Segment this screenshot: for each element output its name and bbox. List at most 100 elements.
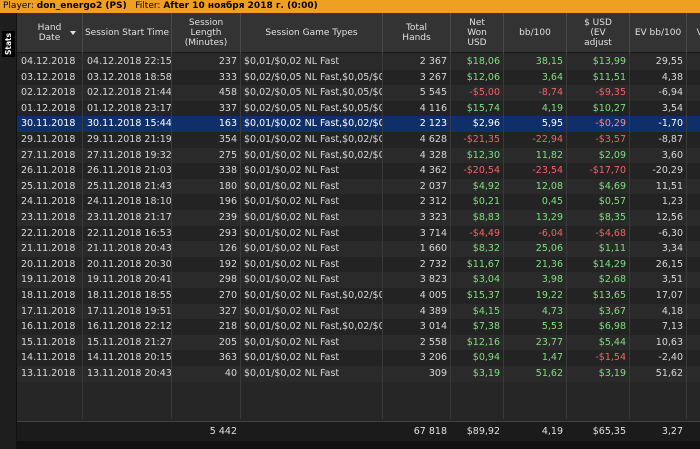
- cell-hands: 3 014: [419, 321, 447, 333]
- cell-evbb: 3,54: [661, 102, 683, 114]
- table-row[interactable]: 26.11.2018 26.11.2018 21:03 338 $0,01/$0,02…: [17, 163, 700, 179]
- table-row[interactable]: 27.11.2018 27.11.2018 19:32 275 $0,01/$0,02…: [17, 147, 700, 164]
- cell-types: $0,01/$0,02 NL Fast: [244, 352, 340, 364]
- column-divider: [82, 53, 83, 419]
- cell-ev: $0,57: [598, 196, 626, 208]
- column-header-vpip[interactable]: VPIP: [687, 13, 700, 53]
- total-evbb: 3,27: [661, 426, 683, 437]
- cell-len: 354: [218, 134, 237, 145]
- cell-len: 196: [218, 196, 237, 208]
- cell-len: 275: [218, 149, 237, 161]
- cell-bb: 5,53: [541, 321, 563, 333]
- table-row[interactable]: 18.11.2018 18.11.2018 18:55 270 $0,01/$0,02…: [17, 288, 700, 304]
- grid-header: Hand Date Session Start Time Session Lengt…: [17, 13, 700, 53]
- column-header-hand-date[interactable]: Hand Date: [17, 13, 83, 53]
- cell-ev: -$4,68: [595, 227, 626, 239]
- cell-bb: 11,82: [535, 149, 563, 161]
- table-row[interactable]: 17.11.2018 17.11.2018 19:51 327 $0,01/$0,02…: [17, 303, 700, 320]
- cell-types: $0,02/$0,05 NL Fast,$0,05/$0,10: [244, 71, 383, 83]
- column-header-label: Net Won USD: [467, 18, 487, 48]
- cell-types: $0,01/$0,02 NL Fast,$0,02/$0,05: [244, 290, 383, 301]
- filter-label: Filter:: [135, 1, 161, 11]
- cell-len: 293: [218, 227, 237, 239]
- cell-net: $12,06: [466, 71, 500, 83]
- table-row[interactable]: 20.11.2018 20.11.2018 20:30 192 $0,01/$0,02…: [17, 256, 700, 273]
- column-header-session-start[interactable]: Session Start Time: [83, 13, 172, 53]
- cell-date: 21.11.2018: [21, 243, 76, 255]
- table-row[interactable]: 22.11.2018 22.11.2018 16:53 293 $0,01/$0,02…: [17, 225, 700, 242]
- cell-evbb: 1,23: [661, 196, 683, 208]
- cell-hands: 3 323: [419, 212, 447, 223]
- table-row[interactable]: 29.11.2018 29.11.2018 21:19 354 $0,01/$0,02…: [17, 132, 700, 148]
- cell-bb: 12,08: [535, 180, 563, 192]
- cell-net: -$20,54: [463, 165, 500, 177]
- cell-date: 13.11.2018: [21, 368, 76, 379]
- cell-hands: 4 389: [419, 305, 447, 317]
- cell-evbb: -20,29: [652, 165, 683, 177]
- horizontal-scrollbar[interactable]: [17, 441, 700, 449]
- column-divider: [450, 53, 451, 419]
- table-row[interactable]: 16.11.2018 16.11.2018 22:12 218 $0,01/$0,02…: [17, 319, 700, 335]
- cell-start: 27.11.2018 19:32: [87, 149, 172, 161]
- cell-evbb: 4,38: [661, 71, 683, 83]
- cell-hands: 5 545: [419, 87, 447, 99]
- column-header-net-won[interactable]: Net Won USD: [451, 13, 504, 53]
- table-row[interactable]: 30.11.2018 30.11.2018 15:44 163 $0,01/$0,02…: [17, 116, 700, 132]
- cell-start: 29.11.2018 21:19: [87, 134, 172, 145]
- column-header-ev-bb100[interactable]: EV bb/100: [630, 13, 687, 53]
- cell-len: 327: [218, 305, 237, 317]
- cell-ev: $3,67: [598, 305, 626, 317]
- cell-evbb: 51,62: [655, 368, 683, 379]
- cell-ev: $3,19: [598, 368, 626, 379]
- column-divider: [566, 53, 567, 419]
- cell-types: $0,01/$0,02 NL Fast: [244, 305, 340, 317]
- cell-evbb: 3,60: [661, 149, 683, 161]
- cell-types: $0,02/$0,05 NL Fast,$0,05/$0,10: [244, 102, 383, 114]
- table-row[interactable]: 24.11.2018 24.11.2018 18:10 196 $0,01/$0,02…: [17, 194, 700, 210]
- cell-net: $0,94: [472, 352, 500, 364]
- cell-evbb: -6,94: [658, 87, 683, 99]
- cell-ev: $13,99: [592, 56, 626, 67]
- column-header-total-hands[interactable]: Total Hands: [383, 13, 451, 53]
- cell-bb: 51,62: [535, 368, 563, 379]
- column-header-ev-adjust[interactable]: $ USD (EV adjust: [567, 13, 630, 53]
- table-row[interactable]: 03.12.2018 03.12.2018 18:58 333 $0,02/$0,05…: [17, 69, 700, 86]
- cell-bb: 25,06: [535, 243, 563, 255]
- table-row[interactable]: 13.11.2018 13.11.2018 20:43 40 $0,01/$0,02 …: [17, 366, 700, 382]
- cell-ev: -$3,57: [595, 134, 626, 145]
- column-header-session-length[interactable]: Session Length (Minutes): [172, 13, 241, 53]
- table-row[interactable]: 01.12.2018 01.12.2018 23:17 337 $0,02/$0,05…: [17, 100, 700, 117]
- cell-ev: -$0,29: [595, 118, 626, 130]
- cell-ev: $4,69: [598, 180, 626, 192]
- stats-tab[interactable]: Stats: [2, 31, 15, 57]
- table-row[interactable]: 23.11.2018 23.11.2018 21:17 239 $0,01/$0,02…: [17, 210, 700, 226]
- cell-evbb: -6,30: [658, 227, 683, 239]
- cell-bb: 3,64: [541, 71, 563, 83]
- table-row[interactable]: 14.11.2018 14.11.2018 20:15 363 $0,01/$0,02…: [17, 350, 700, 366]
- table-row[interactable]: 19.11.2018 19.11.2018 20:41 298 $0,01/$0,02…: [17, 272, 700, 288]
- cell-types: $0,01/$0,02 NL Fast: [244, 368, 340, 379]
- column-header-label: $ USD (EV adjust: [584, 18, 612, 48]
- cell-hands: 2 367: [419, 56, 447, 67]
- title-bar: Player: don_energo2 (PS) Filter: After 1…: [0, 0, 700, 13]
- table-row[interactable]: 15.11.2018 15.11.2018 21:27 205 $0,01/$0,02…: [17, 334, 700, 351]
- table-row[interactable]: 25.11.2018 25.11.2018 21:43 180 $0,01/$0,02…: [17, 178, 700, 195]
- cell-evbb: 17,07: [655, 290, 683, 301]
- cell-evbb: 7,13: [661, 321, 683, 333]
- cell-date: 18.11.2018: [21, 290, 76, 301]
- cell-bb: -6,04: [538, 227, 563, 239]
- cell-date: 04.12.2018: [21, 56, 76, 67]
- cell-len: 192: [218, 258, 237, 270]
- table-row[interactable]: 04.12.2018 04.12.2018 22:15 237 $0,01/$0,02…: [17, 54, 700, 70]
- cell-start: 01.12.2018 23:17: [87, 102, 172, 114]
- cell-date: 01.12.2018: [21, 102, 76, 114]
- table-row[interactable]: 02.12.2018 02.12.2018 21:44 458 $0,02/$0,05…: [17, 85, 700, 101]
- column-header-game-types[interactable]: Session Game Types: [241, 13, 383, 53]
- cell-types: $0,01/$0,02 NL Fast,$0,02/$0,05: [244, 149, 383, 161]
- cell-types: $0,01/$0,02 NL Fast: [244, 180, 340, 192]
- cell-net: $4,92: [472, 180, 500, 192]
- table-row[interactable]: 21.11.2018 21.11.2018 20:43 126 $0,01/$0,02…: [17, 241, 700, 257]
- column-header-bb100[interactable]: bb/100: [504, 13, 567, 53]
- cell-len: 239: [218, 212, 237, 223]
- cell-start: 25.11.2018 21:43: [87, 180, 172, 192]
